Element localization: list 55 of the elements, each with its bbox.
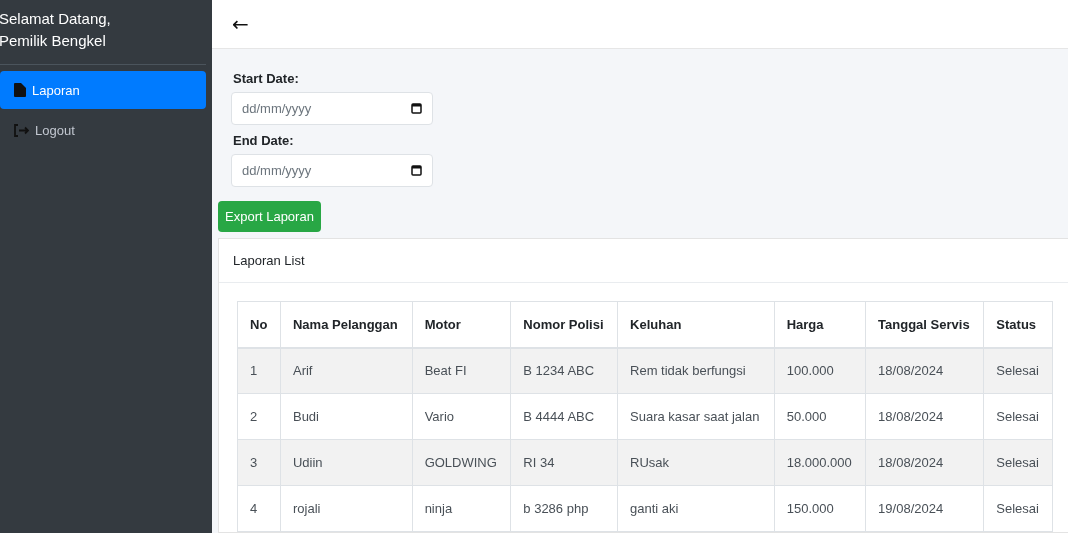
table-cell: Beat FI [412,347,511,394]
field-label: End Date: [233,133,295,148]
column-header: Nama Pelanggan [280,301,413,348]
table-cell: Selesai [983,485,1053,532]
nav-item[interactable]: Logout [0,111,206,149]
field-label: Start Date: [233,71,300,86]
table-cell: 4 [237,485,281,532]
table-cell: 3 [237,439,281,486]
table-cell: Arif [280,347,413,394]
table-cell: 18/08/2024 [865,393,984,440]
role-text: Pemilik Bengkel [0,31,107,51]
column-header: Tanggal Servis [865,301,984,348]
table-cell: Suara kasar saat jalan [617,393,775,440]
nav-item[interactable]: Laporan [0,71,206,109]
table-cell: 100.000 [774,347,866,394]
table-cell: b 3286 php [510,485,618,532]
table-cell: Vario [412,393,511,440]
column-header: Status [983,301,1053,348]
table-cell: Rem tidak berfungsi [617,347,775,394]
table-cell: Udiin [280,439,413,486]
table-cell: Selesai [983,439,1053,486]
table-cell: ninja [412,485,511,532]
table-cell: 2 [237,393,281,440]
file-icon [14,83,26,97]
export-button[interactable]: Export Laporan [218,201,321,232]
table-cell: 150.000 [774,485,866,532]
table-cell: 18/08/2024 [865,439,984,486]
table-cell: 50.000 [774,393,866,440]
table-cell: ganti aki [617,485,775,532]
table-cell: 1 [237,347,281,394]
table-cell: GOLDWING [412,439,511,486]
date-field[interactable]: dd/mm/yyyy [231,92,433,125]
table-cell: 19/08/2024 [865,485,984,532]
table-cell: RI 34 [510,439,618,486]
column-header: Nomor Polisi [510,301,618,348]
table-cell: Budi [280,393,413,440]
column-header: Motor [412,301,511,348]
table-cell: 18.000.000 [774,439,866,486]
table-cell: Selesai [983,347,1053,394]
table-cell: B 1234 ABC [510,347,618,394]
table-cell: RUsak [617,439,775,486]
column-header: Harga [774,301,866,348]
calendar-icon[interactable] [411,103,422,114]
table-cell: rojali [280,485,413,532]
table-cell: 18/08/2024 [865,347,984,394]
column-header: Keluhan [617,301,775,348]
card-header: Laporan List [219,239,1068,283]
calendar-icon[interactable] [411,165,422,176]
greeting-text: Selamat Datang, [0,9,112,29]
table-cell: B 4444 ABC [510,393,618,440]
column-header: No [237,301,281,348]
back-button[interactable]: ← [232,12,249,36]
table-cell: Selesai [983,393,1053,440]
date-field[interactable]: dd/mm/yyyy [231,154,433,187]
logout-icon [14,123,29,137]
